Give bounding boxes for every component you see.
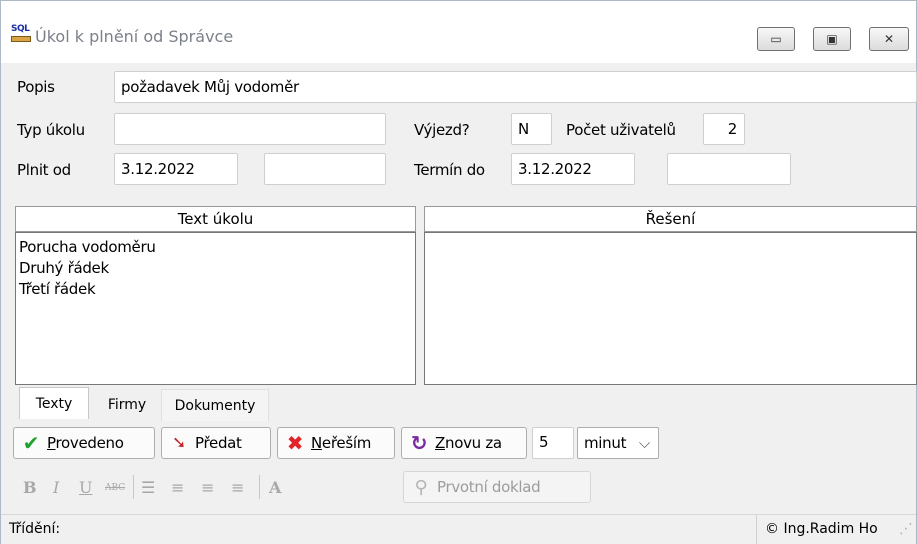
- walking-person-icon: ⚲: [414, 476, 428, 498]
- italic-button[interactable]: I: [53, 478, 59, 497]
- tab-firmy[interactable]: Firmy: [95, 389, 159, 421]
- vyjezd-label: Výjezd?: [414, 121, 470, 139]
- popis-field[interactable]: požadavek Můj vodoměr: [114, 71, 917, 103]
- tab-texty[interactable]: Texty: [19, 387, 89, 419]
- align-center-icon[interactable]: ≡: [231, 478, 244, 497]
- logo-text: SQL: [11, 24, 30, 34]
- reseni-memo[interactable]: [424, 232, 917, 385]
- refresh-icon: ↻: [410, 431, 428, 455]
- tab-dokumenty[interactable]: Dokumenty: [161, 389, 269, 421]
- close-icon: ✕: [883, 32, 895, 46]
- sort-status: Třídění:: [1, 515, 757, 544]
- copyright-status: © Ing.Radim Ho: [765, 521, 878, 537]
- pocet-uzivatelu-label: Počet uživatelů: [566, 121, 676, 139]
- maximize-button[interactable]: ▣: [813, 27, 851, 51]
- bullet-list-icon[interactable]: ☰: [141, 478, 155, 497]
- text-ukolu-header: Text úkolu: [15, 206, 416, 232]
- termin-do-time-field[interactable]: [667, 153, 791, 185]
- plnit-od-time-field[interactable]: [264, 153, 386, 185]
- cross-icon: ✖: [286, 431, 304, 455]
- vyjezd-field[interactable]: N: [511, 113, 552, 145]
- plnit-od-field[interactable]: 3.12.2022: [114, 153, 238, 185]
- title-bar: SQL Úkol k plnění od Správce ▭ ▣ ✕: [1, 1, 916, 63]
- prvotni-doklad-label: Prvotní doklad: [437, 478, 541, 496]
- text-ukolu-line: Třetí řádek: [19, 280, 96, 298]
- predat-button[interactable]: ➘ Předat: [161, 427, 271, 459]
- font-button[interactable]: A: [269, 478, 281, 497]
- text-ukolu-memo[interactable]: Porucha vodoměru Druhý řádek Třetí řádek: [15, 232, 416, 385]
- unit-select[interactable]: minut ⌵: [577, 427, 659, 459]
- underline-button[interactable]: U: [79, 478, 92, 497]
- strikethrough-button[interactable]: ABC: [105, 483, 125, 493]
- logo-bar: [11, 36, 31, 42]
- unit-select-value: minut: [584, 434, 627, 452]
- typ-ukolu-field[interactable]: [114, 113, 386, 145]
- termin-do-field[interactable]: 3.12.2022: [511, 153, 635, 185]
- close-button[interactable]: ✕: [869, 27, 909, 51]
- toolbar-separator: [259, 475, 260, 499]
- task-window: SQL Úkol k plnění od Správce ▭ ▣ ✕ Popis…: [0, 0, 917, 544]
- handover-icon: ➘: [172, 433, 186, 453]
- toolbar-separator: [133, 475, 134, 499]
- minimize-icon: ▭: [770, 32, 782, 46]
- sql-logo-icon: SQL: [11, 25, 31, 45]
- provedeno-button[interactable]: ✔ Provedeno: [13, 427, 155, 459]
- chevron-down-icon: ⌵: [638, 434, 650, 452]
- align-right-icon[interactable]: ≡: [201, 478, 214, 497]
- neresim-label: Neřeším: [311, 434, 372, 452]
- znovu-za-label: Znovu za: [435, 434, 502, 452]
- maximize-icon: ▣: [826, 32, 838, 46]
- status-bar: Třídění: © Ing.Radim Ho ⋰: [1, 514, 916, 544]
- plnit-od-label: Plnit od: [17, 161, 71, 179]
- provedeno-label: Provedeno: [47, 434, 124, 452]
- termin-do-label: Termín do: [414, 161, 485, 179]
- predat-label: Předat: [195, 434, 242, 452]
- resize-grip-icon[interactable]: ⋰: [897, 515, 915, 544]
- pocet-uzivatelu-field[interactable]: 2: [703, 113, 745, 145]
- neresim-button[interactable]: ✖ Neřeším: [277, 427, 395, 459]
- popis-label: Popis: [17, 78, 55, 96]
- text-ukolu-line: Porucha vodoměru: [19, 238, 156, 256]
- znovu-za-button[interactable]: ↻ Znovu za: [401, 427, 527, 459]
- minimize-button[interactable]: ▭: [757, 27, 795, 51]
- align-left-icon[interactable]: ≡: [171, 478, 184, 497]
- prvotni-doklad-button[interactable]: ⚲ Prvotní doklad: [403, 471, 591, 503]
- checkmark-icon: ✔: [22, 431, 40, 455]
- window-title: Úkol k plnění od Správce: [35, 27, 234, 46]
- interval-input[interactable]: 5: [532, 427, 574, 459]
- text-ukolu-line: Druhý řádek: [19, 259, 109, 277]
- bold-button[interactable]: B: [23, 478, 37, 497]
- reseni-header: Řešení: [424, 206, 917, 232]
- typ-ukolu-label: Typ úkolu: [17, 121, 85, 139]
